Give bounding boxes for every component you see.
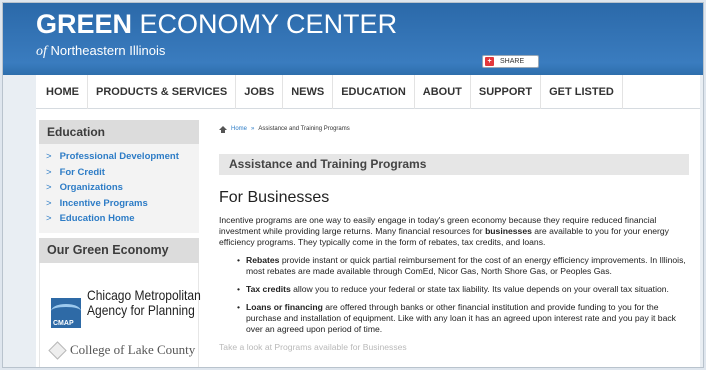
site-subtitle: of Northeastern Illinois (36, 43, 166, 59)
nav-about[interactable]: ABOUT (415, 74, 471, 109)
partners-list: CMAP Chicago Metropolitan Agency for Pla… (39, 262, 201, 367)
swoosh-graphic (51, 303, 81, 318)
sidebar-item-incentive-programs[interactable]: > Incentive Programs (39, 196, 199, 212)
page-heading: For Businesses (219, 189, 330, 206)
list-item: Rebates provide instant or quick partial… (237, 255, 689, 277)
home-icon[interactable] (219, 125, 227, 133)
chevron-right-icon: > (46, 151, 52, 162)
breadcrumb-separator: » (251, 126, 255, 132)
section-title: Assistance and Training Programs (219, 154, 689, 175)
sidebar-menu: > Professional Development > For Credit > O… (39, 144, 199, 233)
more-programs-text: Take a look at Programs available for Bu… (219, 342, 407, 352)
nav-jobs[interactable]: JOBS (236, 74, 284, 109)
intro-paragraph: Incentive programs are one way to easily… (219, 215, 669, 247)
sidebar-item-education-home[interactable]: > Education Home (39, 211, 199, 227)
nav-home[interactable]: HOME (36, 74, 88, 109)
nav-education[interactable]: EDUCATION (333, 74, 415, 109)
partner-college-link[interactable]: College of Lake County (70, 342, 195, 358)
chevron-right-icon: > (46, 182, 52, 193)
sidebar-item-for-credit[interactable]: > For Credit (39, 165, 199, 181)
cmap-logo[interactable]: CMAP (51, 297, 81, 328)
share-button[interactable]: + SHARE (482, 55, 539, 68)
chevron-right-icon: > (46, 213, 52, 224)
partners-heading: Our Green Economy Partners (39, 237, 199, 282)
incentive-list: Rebates provide instant or quick partial… (219, 255, 689, 335)
site-title[interactable]: GREEN ECONOMY CENTER (36, 9, 397, 39)
main-nav: HOME PRODUCTS & SERVICES JOBS NEWS EDUCA… (36, 74, 700, 109)
sidebar-item-professional-development[interactable]: > Professional Development (39, 149, 199, 165)
nav-get-listed[interactable]: GET LISTED (541, 74, 623, 109)
browser-frame: GREEN ECONOMY CENTER of Northeastern Ill… (2, 2, 704, 368)
main-content: Home » Assistance and Training Programs … (219, 120, 689, 352)
share-label: SHARE (500, 58, 525, 65)
sidebar: Education > Professional Development > For… (39, 120, 201, 367)
page-body: HOME PRODUCTS & SERVICES JOBS NEWS EDUCA… (36, 74, 700, 367)
chevron-right-icon: > (46, 166, 52, 178)
plus-icon: + (485, 57, 494, 66)
partner-cmap-link[interactable]: Chicago Metropolitan Agency for Planning (87, 287, 201, 318)
chevron-right-icon: > (46, 197, 52, 209)
sidebar-heading: Education (39, 120, 199, 144)
nav-news[interactable]: NEWS (283, 74, 334, 109)
nav-support[interactable]: SUPPORT (471, 74, 542, 109)
list-item: Tax credits allow you to reduce your fed… (237, 284, 689, 295)
breadcrumb: Home » Assistance and Training Programs (219, 120, 689, 138)
college-logo-icon (48, 340, 67, 360)
nav-products-services[interactable]: PRODUCTS & SERVICES (88, 74, 237, 109)
sidebar-item-organizations[interactable]: > Organizations (39, 180, 199, 196)
breadcrumb-current: Assistance and Training Programs (258, 126, 350, 132)
breadcrumb-home-link[interactable]: Home (231, 126, 247, 132)
list-item: Loans or financing are offered through b… (237, 302, 689, 335)
